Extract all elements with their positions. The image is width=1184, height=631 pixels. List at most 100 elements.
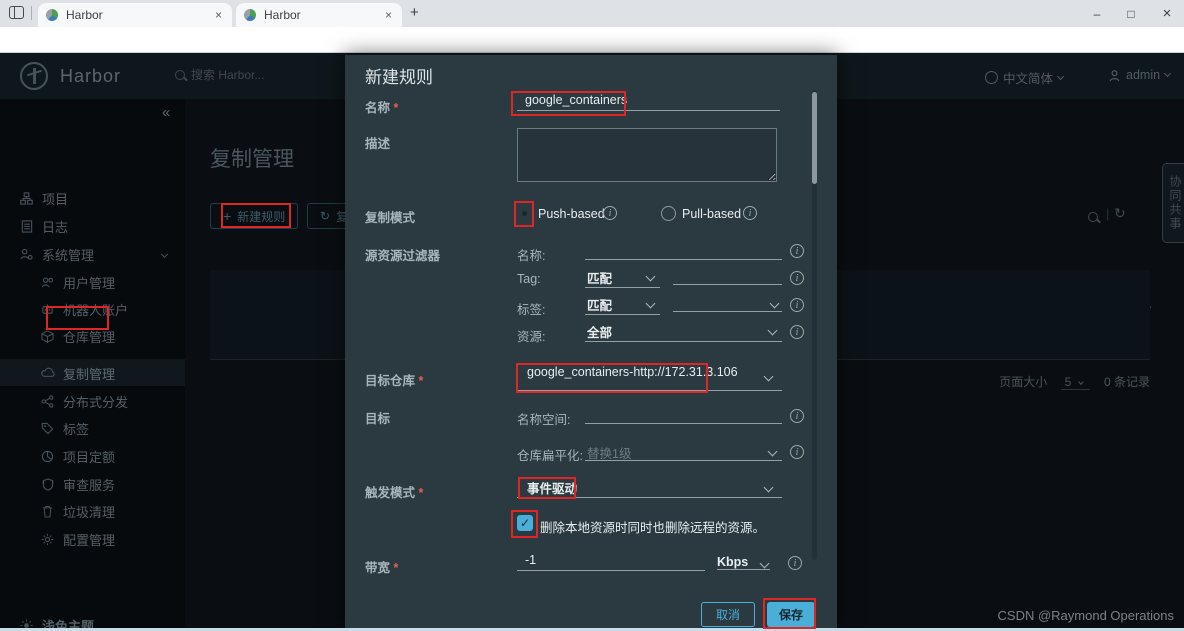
plus-icon: + [223, 208, 231, 224]
filter-name-info-icon[interactable]: i [790, 244, 804, 258]
filter-label-select[interactable] [673, 295, 782, 312]
pull-based-radio[interactable] [661, 206, 676, 221]
brand-title: Harbor [60, 66, 121, 87]
modal-scrollbar-thumb[interactable] [812, 92, 817, 184]
name-label: 名称 [365, 97, 398, 116]
minimize-button[interactable]: – [1080, 0, 1114, 27]
filter-name-input[interactable] [585, 243, 782, 260]
sidebar-item-configuration[interactable]: 配置管理 [0, 526, 185, 552]
browser-addressbar: ← → ↻ ⌂ ▲ 不安全 | 172.31.3.107/harbor/repl… [0, 27, 1184, 53]
sidebar-item-users[interactable]: 用户管理 [0, 269, 185, 295]
flatten-select[interactable]: 替换1级 [585, 443, 782, 461]
global-search[interactable] [175, 68, 311, 82]
sidebar-item-replications[interactable]: 复制管理 [0, 360, 185, 386]
harbor-favicon [46, 9, 58, 21]
page-size-select[interactable]: 5 [1061, 375, 1090, 390]
harbor-favicon [244, 9, 256, 21]
search-icon [175, 70, 185, 80]
trigger-label: 触发模式 [365, 482, 423, 501]
search-input[interactable] [191, 68, 311, 82]
browser-tab-2[interactable]: Harbor × [236, 3, 402, 27]
sidebar-item-distribution[interactable]: 分布式分发 [0, 388, 185, 414]
sidebar-item-logs[interactable]: 日志 [0, 213, 185, 239]
description-label: 描述 [365, 133, 390, 152]
new-tab-button[interactable]: + [410, 4, 419, 21]
sidebar-item-label: 标签 [63, 419, 89, 438]
sidebar-item-label: 配置管理 [63, 530, 115, 549]
filter-label-match-select[interactable]: 匹配 [585, 295, 660, 315]
save-button[interactable]: 保存 [767, 602, 815, 627]
sidebar-item-interrogation[interactable]: 审查服务 [0, 471, 185, 497]
sidebar-item-label: 复制管理 [63, 364, 115, 383]
page-title: 复制管理 [210, 143, 294, 173]
bandwidth-label: 带宽 [365, 557, 398, 576]
filter-tag-info-icon[interactable]: i [790, 271, 804, 285]
trash-icon [40, 505, 55, 518]
tab-close-icon[interactable]: × [383, 8, 394, 22]
tab-title: Harbor [264, 8, 301, 22]
flatten-label: 仓库扁平化: [517, 445, 583, 464]
bandwidth-unit-select[interactable]: Kbps [717, 555, 770, 570]
new-rule-button[interactable]: + 新建规则 [210, 203, 298, 229]
trigger-select[interactable]: 事件驱动 [517, 478, 782, 498]
filter-resource-select[interactable]: 全部 [585, 322, 782, 342]
rule-name-input[interactable] [517, 91, 780, 111]
description-textarea[interactable] [517, 128, 777, 182]
bandwidth-info-icon[interactable]: i [788, 556, 802, 570]
namespace-input[interactable] [585, 407, 782, 424]
table-search-icon[interactable] [1088, 209, 1098, 227]
sidebar-item-label: 日志 [42, 217, 68, 236]
sidebar-item-light-theme[interactable]: 浅色主题 [0, 612, 185, 628]
language-menu[interactable]: 中文简体 [985, 68, 1063, 87]
sidebar-item-administration[interactable]: 系统管理 [0, 241, 185, 267]
namespace-info-icon[interactable]: i [790, 409, 804, 423]
globe-icon [985, 71, 998, 84]
sidebar-item-registries[interactable]: 仓库管理 [0, 323, 185, 349]
browser-tab-1[interactable]: Harbor × [38, 3, 232, 27]
push-based-label: Push-based [538, 207, 605, 221]
push-info-icon[interactable]: i [603, 206, 617, 220]
sidebar-item-label: 机器人账户 [63, 300, 128, 319]
filter-tag-input[interactable] [673, 270, 782, 285]
dest-registry-select[interactable]: google_containers-http://172.31.3.106 [517, 365, 782, 391]
delete-remote-label: 删除本地资源时同时也删除远程的资源。 [540, 517, 765, 536]
filter-resource-info-icon[interactable]: i [790, 325, 804, 339]
sidebar-item-garbage-collection[interactable]: 垃圾清理 [0, 498, 185, 524]
delete-remote-checkbox[interactable]: ✓ [517, 515, 533, 531]
sidebar-item-projects[interactable]: 项目 [0, 185, 185, 211]
mode-label: 复制模式 [365, 207, 415, 226]
flatten-info-icon[interactable]: i [790, 445, 804, 459]
sidebar-item-robot-accounts[interactable]: 机器人账户 [0, 296, 185, 322]
filter-label-info-icon[interactable]: i [790, 298, 804, 312]
robot-icon [40, 303, 55, 316]
new-rule-modal: 新建规则 名称 描述 复制模式 Push-based i Pull-based … [345, 55, 837, 628]
projects-icon [19, 192, 34, 205]
close-button[interactable]: × [1150, 0, 1184, 27]
administration-icon [19, 248, 34, 261]
table-divider: | [1106, 206, 1109, 221]
cancel-button[interactable]: 取消 [701, 602, 755, 627]
check-icon: ✓ [520, 516, 530, 530]
pull-info-icon[interactable]: i [743, 206, 757, 220]
dest-registry-label: 目标仓库 [365, 370, 423, 389]
maximize-button[interactable]: □ [1114, 0, 1148, 27]
bandwidth-input[interactable] [517, 551, 705, 571]
sidebar-item-project-quotas[interactable]: 项目定额 [0, 443, 185, 469]
chevron-down-icon [1164, 70, 1171, 77]
page-size-label: 页面大小 [999, 375, 1047, 389]
side-tab-label: 协同共事 [1168, 175, 1182, 231]
sidebar-item-label: 用户管理 [63, 273, 115, 292]
sidebar-item-label: 项目定额 [63, 447, 115, 466]
sun-icon [19, 619, 34, 629]
titlebar-divider [31, 6, 32, 20]
table-refresh-icon[interactable]: ↻ [1114, 205, 1126, 222]
side-vertical-tab[interactable]: 协同共事 [1162, 163, 1184, 243]
workspaces-icon[interactable] [9, 6, 24, 19]
sidebar-collapse-icon[interactable]: « [162, 104, 170, 121]
source-filter-label: 源资源过滤器 [365, 245, 440, 264]
filter-tag-match-select[interactable]: 匹配 [585, 268, 660, 288]
sidebar-item-label: 项目 [42, 189, 68, 208]
user-menu[interactable]: admin [1108, 68, 1170, 82]
tab-close-icon[interactable]: × [213, 8, 224, 22]
sidebar-item-labels[interactable]: 标签 [0, 415, 185, 441]
